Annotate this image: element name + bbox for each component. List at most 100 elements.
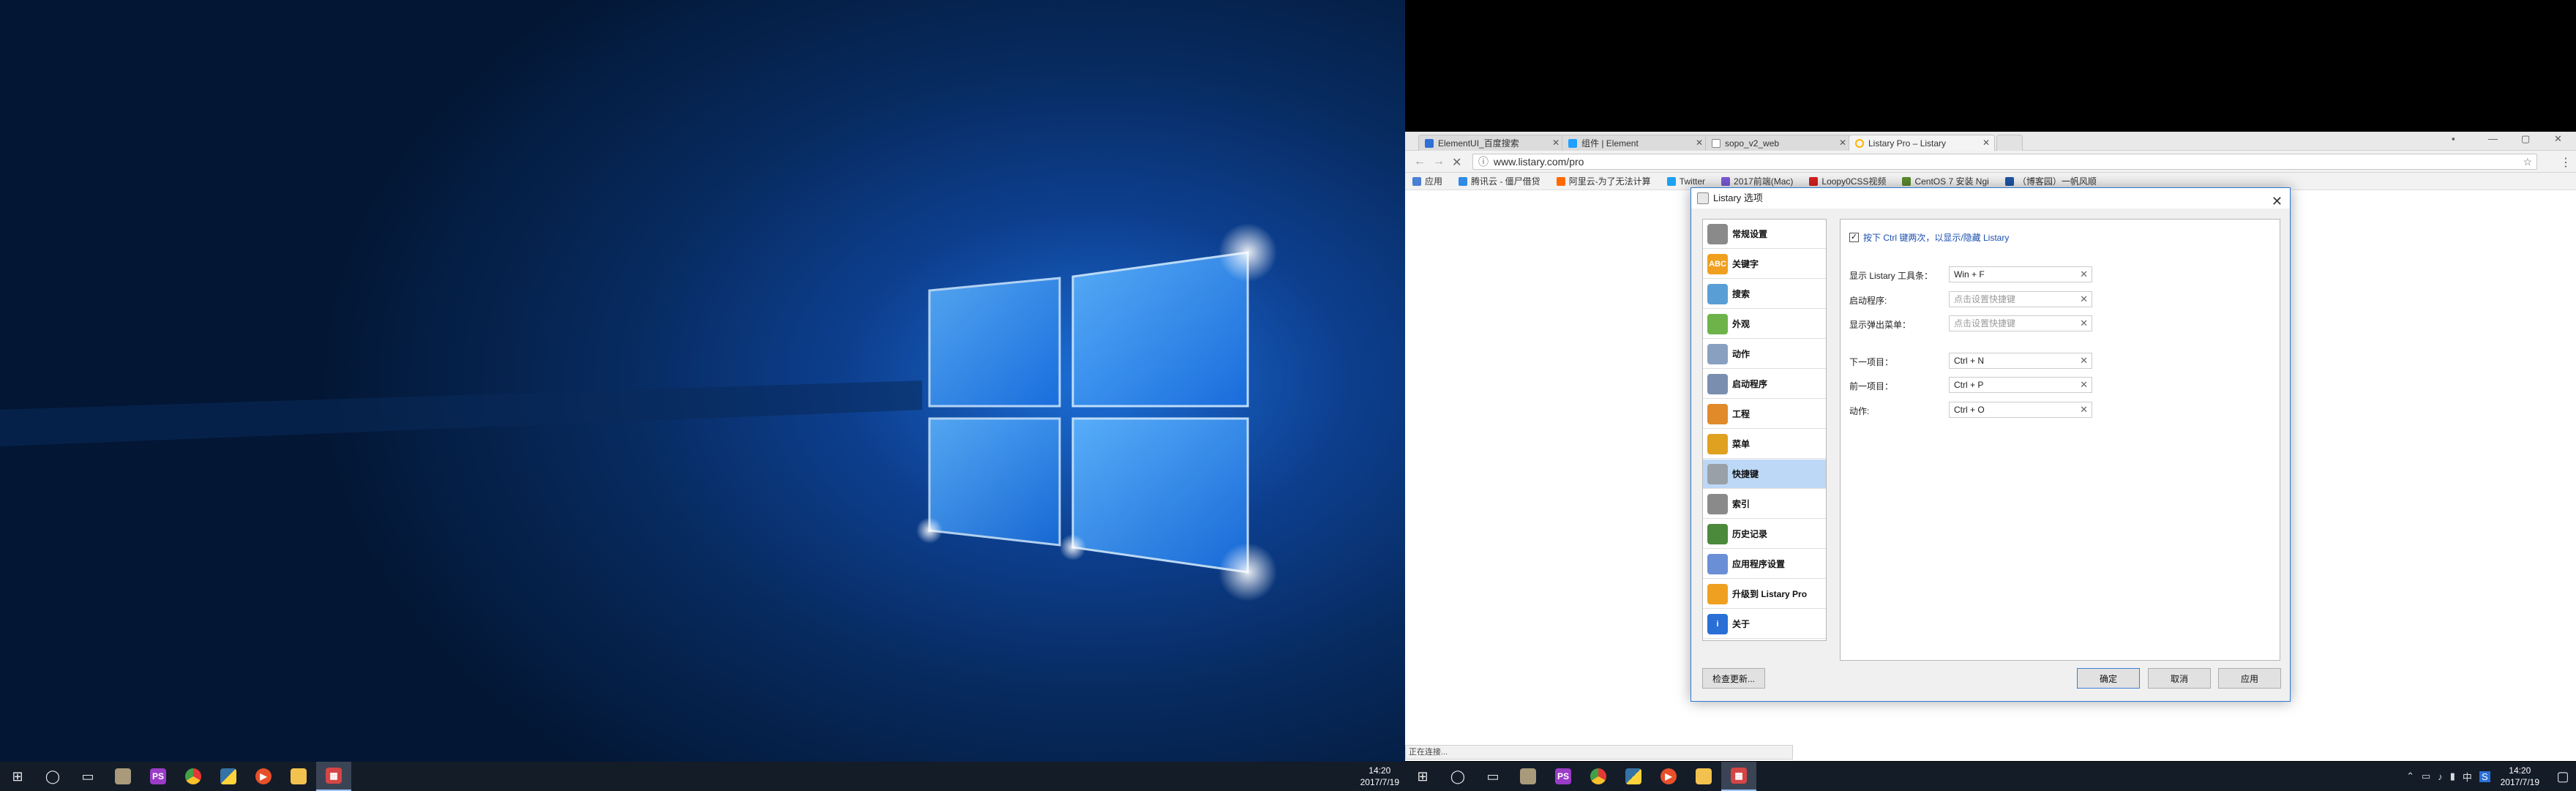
taskbar-app-notes[interactable] bbox=[1510, 762, 1546, 791]
new-tab-button[interactable] bbox=[1996, 135, 2023, 151]
close-dialog-icon[interactable]: ✕ bbox=[2272, 191, 2283, 211]
forward-icon[interactable]: → bbox=[1433, 155, 1445, 168]
sidebar-item[interactable]: 工程 bbox=[1703, 400, 1826, 429]
menu-icon[interactable]: ⋮ bbox=[2560, 155, 2572, 170]
hotkey-field-prev-item[interactable]: Ctrl + P ✕ bbox=[1949, 377, 2092, 393]
taskbar-app-notes[interactable] bbox=[105, 762, 141, 791]
system-tray: ⌃ ▭ ♪ ▮ 中 S bbox=[2406, 770, 2490, 784]
power-icon[interactable]: ▮ bbox=[2450, 771, 2455, 782]
sidebar-item[interactable]: ABC 关键字 bbox=[1703, 250, 1826, 279]
clear-hotkey-icon[interactable]: ✕ bbox=[2080, 402, 2088, 417]
apply-button[interactable]: 应用 bbox=[2218, 668, 2281, 689]
clear-hotkey-icon[interactable]: ✕ bbox=[2080, 267, 2088, 282]
sidebar-item[interactable]: 外观 bbox=[1703, 310, 1826, 339]
network-icon[interactable]: ▭ bbox=[2422, 771, 2430, 782]
bookmark-apps[interactable]: 应用 bbox=[1412, 175, 1442, 187]
close-tab-icon[interactable]: ✕ bbox=[1552, 138, 1560, 148]
ok-button[interactable]: 确定 bbox=[2077, 668, 2140, 689]
tab-listary-pro[interactable]: Listary Pro – Listary ✕ bbox=[1849, 135, 1995, 151]
taskbar-app-phpstorm[interactable]: PS bbox=[1546, 762, 1581, 791]
maximize-icon[interactable]: ▢ bbox=[2521, 133, 2530, 145]
taskbar-app-calendar[interactable]: ▦ bbox=[1721, 762, 1756, 791]
minimize-icon[interactable]: — bbox=[2488, 133, 2498, 144]
check-update-button[interactable]: 检查更新... bbox=[1702, 668, 1765, 689]
bookmark-cnblogs[interactable]: （博客园）一帆风顺 bbox=[2004, 175, 2097, 187]
start-button[interactable]: ⊞ bbox=[0, 762, 35, 791]
bookmark-css-video[interactable]: Loopy0CSS视频 bbox=[1809, 175, 1886, 187]
hotkey-field-action[interactable]: Ctrl + O ✕ bbox=[1949, 402, 2092, 418]
hotkey-field-next-item[interactable]: Ctrl + N ✕ bbox=[1949, 353, 2092, 369]
sidebar-item[interactable]: 应用程序设置 bbox=[1703, 550, 1826, 579]
tab-sopo[interactable]: sopo_v2_web ✕ bbox=[1705, 135, 1852, 151]
sidebar-item[interactable]: 启动程序 bbox=[1703, 370, 1826, 399]
bookmark-aliyun[interactable]: 阿里云-为了无法计算 bbox=[1556, 175, 1651, 187]
bookmark-star-icon[interactable]: ☆ bbox=[2523, 154, 2532, 169]
start-button-right[interactable]: ⊞ bbox=[1405, 762, 1440, 791]
task-view-button[interactable]: ▭ bbox=[70, 762, 105, 791]
clear-hotkey-icon[interactable]: ✕ bbox=[2080, 316, 2088, 331]
hotkey-value: Ctrl + O bbox=[1954, 405, 1985, 415]
taskbar-app-player[interactable]: ▶ bbox=[1651, 762, 1686, 791]
bookmark-tencent-cloud[interactable]: 腾讯云 - 僵尸借贷 bbox=[1459, 175, 1540, 187]
clear-hotkey-icon[interactable]: ✕ bbox=[2080, 292, 2088, 307]
bookmark-frontend[interactable]: 2017前端(Mac) bbox=[1721, 175, 1793, 187]
taskbar-app-phpstorm[interactable]: PS bbox=[141, 762, 176, 791]
tray-chevron-icon[interactable]: ⌃ bbox=[2406, 771, 2414, 782]
sidebar-item[interactable]: 快捷键 bbox=[1703, 460, 1826, 489]
double-ctrl-option[interactable]: ✓ 按下 Ctrl 键两次，以显示/隐藏 Listary bbox=[1849, 231, 2009, 244]
hotkey-field-toolbar[interactable]: Win + F ✕ bbox=[1949, 266, 2092, 282]
hotkey-label-action: 动作: bbox=[1849, 406, 1870, 416]
sidebar-item-label: 外观 bbox=[1732, 319, 1751, 329]
sidebar-item[interactable]: 索引 bbox=[1703, 490, 1826, 519]
cortana-button[interactable]: ◯ bbox=[35, 762, 70, 791]
taskbar-app-explorer[interactable] bbox=[1686, 762, 1721, 791]
folder-icon bbox=[291, 768, 307, 784]
address-bar[interactable]: ⓘ www.listary.com/pro ☆ bbox=[1472, 154, 2537, 170]
close-tab-icon[interactable]: ✕ bbox=[1696, 138, 1703, 148]
volume-icon[interactable]: ♪ bbox=[2438, 771, 2443, 782]
taskbar-app-calendar[interactable]: ▦ bbox=[316, 762, 351, 791]
bookmark-twitter[interactable]: Twitter bbox=[1666, 176, 1705, 187]
right-clock[interactable]: 14:20 2017/7/19 bbox=[2501, 765, 2539, 788]
taskbar-app-player[interactable]: ▶ bbox=[246, 762, 281, 791]
tab-element-component[interactable]: 组件 | Element ✕ bbox=[1562, 135, 1708, 151]
taskbar-app-chrome[interactable] bbox=[1581, 762, 1616, 791]
sidebar-item-label: 启动程序 bbox=[1732, 379, 1768, 389]
hotkey-label-prev-item: 前一项目： bbox=[1849, 381, 1894, 391]
close-tab-icon[interactable]: ✕ bbox=[1982, 138, 1990, 148]
cancel-button[interactable]: 取消 bbox=[2148, 668, 2211, 689]
back-icon[interactable]: ← bbox=[1414, 155, 1426, 168]
ime-indicator[interactable]: S bbox=[2479, 771, 2490, 782]
close-window-icon[interactable]: ✕ bbox=[2554, 133, 2562, 145]
tab-elementui-search[interactable]: ElementUI_百度搜索 ✕ bbox=[1418, 135, 1565, 151]
hotkey-field-launcher[interactable]: 点击设置快捷键 ✕ bbox=[1949, 291, 2092, 307]
double-ctrl-checkbox[interactable]: ✓ bbox=[1849, 233, 1859, 242]
sidebar-item-label: 升级到 Listary Pro bbox=[1732, 589, 1808, 599]
taskbar-app-chrome[interactable] bbox=[176, 762, 211, 791]
sidebar-item[interactable]: 常规设置 bbox=[1703, 220, 1826, 249]
sidebar-item-label: 关于 bbox=[1732, 619, 1751, 629]
sidebar-item[interactable]: i 关于 bbox=[1703, 610, 1826, 639]
profile-icon[interactable]: ▪ bbox=[2452, 133, 2455, 144]
taskbar-app-python[interactable] bbox=[211, 762, 246, 791]
sidebar-item[interactable]: 搜索 bbox=[1703, 280, 1826, 309]
lang-indicator[interactable]: 中 bbox=[2463, 770, 2472, 784]
clear-hotkey-icon[interactable]: ✕ bbox=[2080, 353, 2088, 368]
sidebar-item[interactable]: 菜单 bbox=[1703, 430, 1826, 459]
action-center-button[interactable]: ▢ bbox=[2550, 762, 2576, 791]
bookmark-centos[interactable]: CentOS 7 安装 Ngi bbox=[1902, 175, 1989, 187]
sidebar-item[interactable]: 动作 bbox=[1703, 340, 1826, 369]
document-icon bbox=[1707, 343, 1728, 364]
left-clock[interactable]: 14:20 2017/7/19 bbox=[1360, 765, 1399, 788]
taskbar-app-explorer[interactable] bbox=[281, 762, 316, 791]
close-tab-icon[interactable]: ✕ bbox=[1839, 138, 1846, 148]
stop-icon[interactable]: ✕ bbox=[1452, 155, 1461, 170]
task-view-button-right[interactable]: ▭ bbox=[1475, 762, 1510, 791]
hotkey-field-popup-menu[interactable]: 点击设置快捷键 ✕ bbox=[1949, 315, 2092, 331]
clear-hotkey-icon[interactable]: ✕ bbox=[2080, 378, 2088, 392]
sidebar-item-label: 搜索 bbox=[1732, 289, 1751, 299]
sidebar-item[interactable]: 升级到 Listary Pro bbox=[1703, 580, 1826, 609]
cortana-button-right[interactable]: ◯ bbox=[1440, 762, 1475, 791]
taskbar-app-python[interactable] bbox=[1616, 762, 1651, 791]
sidebar-item[interactable]: 历史记录 bbox=[1703, 520, 1826, 549]
